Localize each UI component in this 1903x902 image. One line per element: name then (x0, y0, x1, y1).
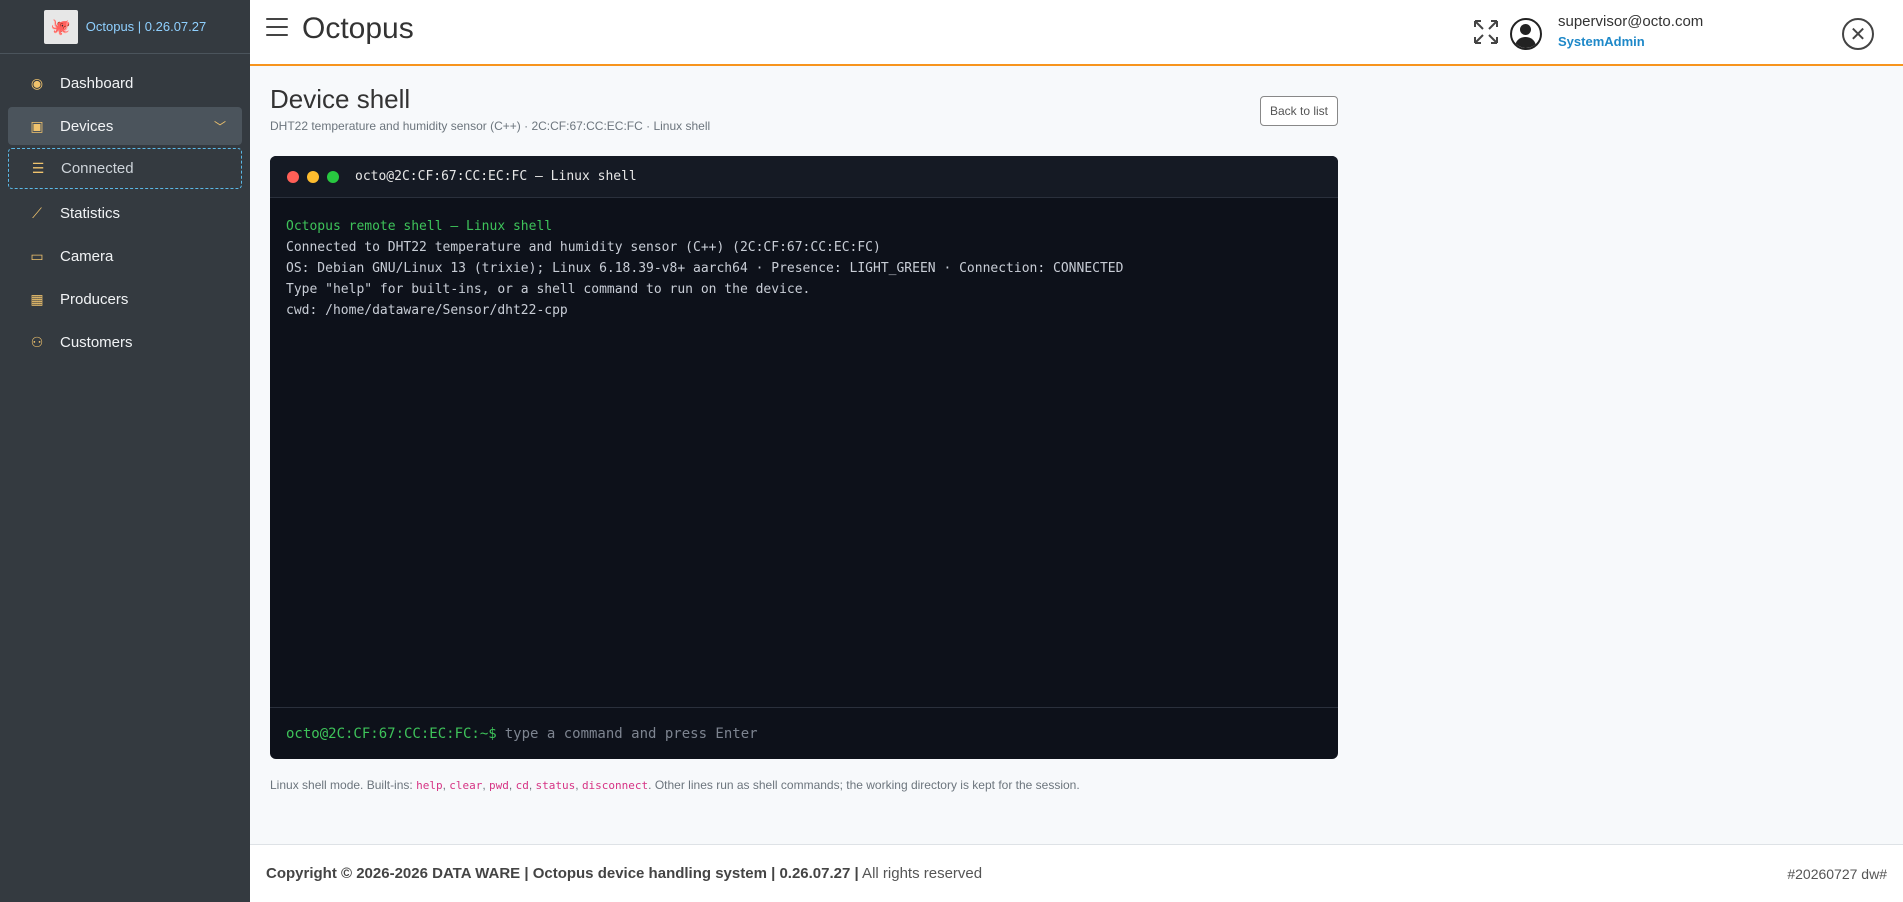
terminal-line: cwd: /home/dataware/Sensor/dht22-cpp (286, 303, 568, 318)
terminal-input-row: octo@2C:CF:67:CC:EC:FC:~$ (270, 707, 1338, 759)
sidebar-item-devices[interactable]: ▣ Devices ﹀ (8, 107, 242, 145)
builtin-pwd: pwd (489, 779, 509, 792)
footer-rights: All rights reserved (858, 865, 983, 882)
sidebar-item-label: Camera (60, 247, 114, 265)
sidebar-item-producers[interactable]: ▦ Producers (8, 280, 242, 318)
device-shell-terminal: octo@2C:CF:67:CC:EC:FC — Linux shell Oct… (270, 156, 1338, 759)
separator: , (508, 778, 516, 792)
top-header: Octopus supervisor@octo.com SystemAdmin … (250, 0, 1903, 66)
sidebar-item-connected[interactable]: ☰ Connected (8, 148, 242, 189)
sidebar-item-customers[interactable]: ⚇ Customers (8, 323, 242, 361)
sidebar-nav: ◉ Dashboard ▣ Devices ﹀ ☰ Connected ⟋ St… (0, 54, 250, 361)
video-icon: ▭ (30, 247, 44, 264)
chevron-down-icon: ﹀ (213, 119, 226, 134)
builtin-clear: clear (449, 779, 483, 792)
sidebar-item-label: Customers (60, 333, 133, 351)
user-avatar-icon[interactable] (1510, 18, 1542, 50)
user-role[interactable]: SystemAdmin (1558, 34, 1645, 49)
user-email[interactable]: supervisor@octo.com (1558, 13, 1703, 30)
shell-help-text: Linux shell mode. Built-ins: help, clear… (270, 778, 1080, 792)
brand-name: Octopus | 0.26.07.27 (85, 19, 207, 34)
sidebar-item-label: Devices (60, 117, 114, 135)
page-footer: Copyright © 2026-2026 DATA WARE | Octopu… (250, 844, 1903, 902)
users-icon: ⚇ (30, 333, 44, 350)
terminal-title: octo@2C:CF:67:CC:EC:FC — Linux shell (355, 169, 637, 184)
sidebar: 🐙 Octopus | 0.26.07.27 ◉ Dashboard ▣ Dev… (0, 0, 250, 902)
page-title: Device shell (270, 84, 411, 114)
footer-build-id: #20260727 dw# (1787, 865, 1887, 882)
chip-icon: ▣ (30, 117, 44, 134)
terminal-titlebar: octo@2C:CF:67:CC:EC:FC — Linux shell (270, 156, 1338, 198)
terminal-line: OS: Debian GNU/Linux 13 (trixie); Linux … (286, 261, 1124, 276)
builtin-disconnect: disconnect (581, 779, 649, 792)
builtin-cd: cd (515, 779, 529, 792)
terminal-line: Octopus remote shell — Linux shell (286, 219, 553, 234)
sidebar-item-statistics[interactable]: ⟋ Statistics (8, 194, 242, 232)
hamburger-menu-icon[interactable] (266, 18, 288, 38)
help-suffix: . Other lines run as shell commands; the… (648, 778, 1080, 792)
builtin-help: help (416, 779, 443, 792)
close-icon[interactable]: ✕ (1842, 18, 1874, 50)
window-close-dot-icon (287, 170, 299, 183)
separator: , (528, 778, 536, 792)
terminal-line: Connected to DHT22 temperature and humid… (286, 240, 881, 255)
separator: , (575, 778, 582, 792)
sidebar-item-label: Dashboard (60, 74, 134, 92)
command-input[interactable] (504, 725, 1305, 742)
chart-line-icon: ⟋ (32, 204, 42, 221)
sidebar-item-camera[interactable]: ▭ Camera (8, 237, 242, 275)
footer-copyright: Copyright © 2026-2026 DATA WARE | Octopu… (266, 865, 859, 882)
shell-prompt: octo@2C:CF:67:CC:EC:FC:~$ (286, 725, 497, 742)
sidebar-item-dashboard[interactable]: ◉ Dashboard (8, 64, 242, 102)
page-heading: Device shell DHT22 temperature and humid… (270, 84, 1338, 133)
help-prefix: Linux shell mode. Built-ins: (270, 778, 417, 792)
page-subtitle: DHT22 temperature and humidity sensor (C… (270, 119, 711, 133)
sidebar-item-label: Connected (61, 160, 134, 177)
octopus-logo-icon: 🐙 (43, 9, 78, 44)
building-icon: ▦ (30, 290, 44, 307)
terminal-output: Octopus remote shell — Linux shell Conne… (270, 198, 1338, 708)
sidebar-item-label: Statistics (60, 204, 121, 222)
palette-icon: ◉ (30, 74, 44, 91)
window-minimize-dot-icon (307, 170, 319, 183)
builtin-status: status (535, 779, 576, 792)
app-title: Octopus (302, 12, 414, 45)
sliders-icon: ☰ (31, 160, 45, 176)
back-to-list-button[interactable]: Back to list (1259, 96, 1338, 126)
sidebar-item-label: Producers (60, 290, 129, 308)
window-maximize-dot-icon (327, 170, 339, 183)
terminal-line: Type "help" for built-ins, or a shell co… (286, 282, 811, 297)
brand[interactable]: 🐙 Octopus | 0.26.07.27 (0, 0, 250, 54)
fullscreen-expand-icon[interactable] (1472, 18, 1500, 46)
